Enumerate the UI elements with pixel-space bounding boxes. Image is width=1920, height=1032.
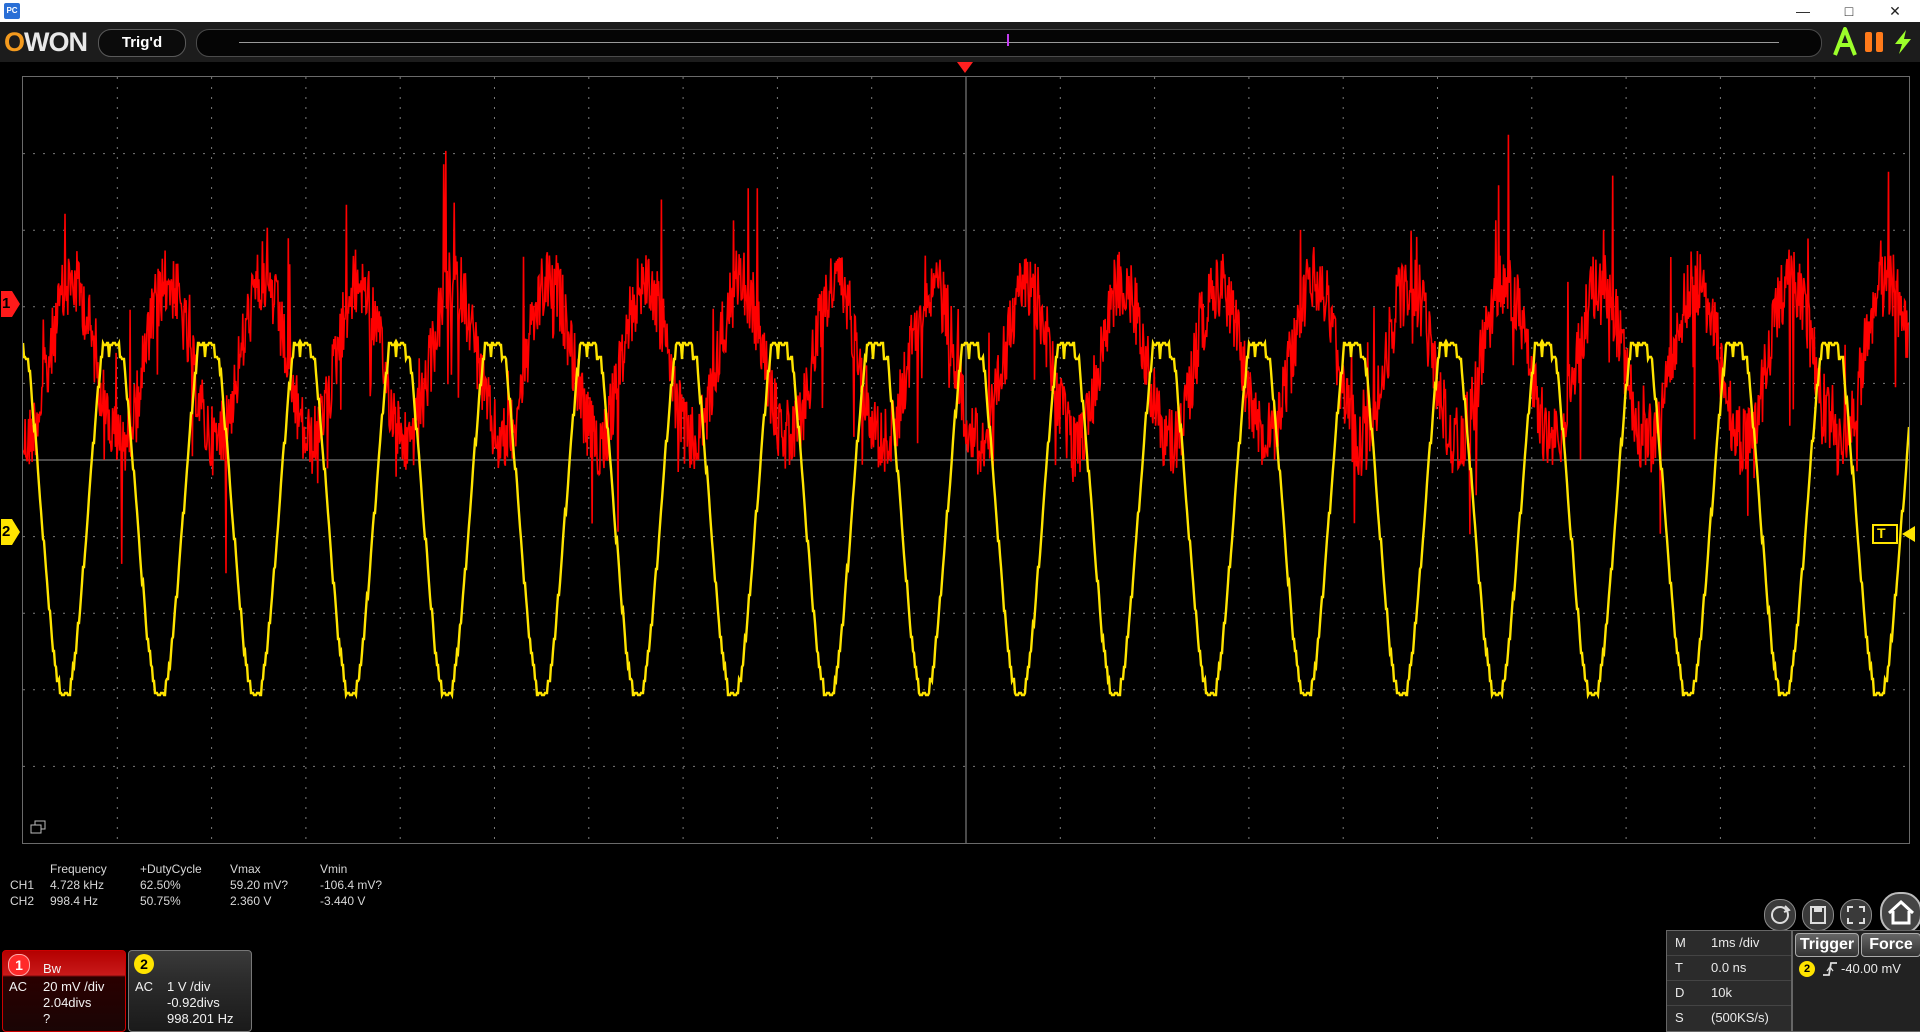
refresh-icon: [1771, 905, 1791, 924]
time-position-track: [239, 42, 1779, 43]
measure-value: 998.4 Hz: [50, 894, 99, 908]
measure-header-vmax: Vmax: [230, 862, 261, 876]
save-button[interactable]: [1802, 899, 1834, 931]
time-position-bar[interactable]: [196, 29, 1822, 57]
trigger-source-badge: 2: [1799, 961, 1815, 977]
timebase-row[interactable]: D 10k: [1667, 981, 1791, 1006]
measure-header-frequency: Frequency: [50, 862, 107, 876]
ch2-offset: -0.92divs: [167, 995, 220, 1010]
trigger-panel: Trigger Force 2 -40.00 mV: [1792, 930, 1920, 1032]
ch2-badge: 2: [134, 954, 154, 974]
fit-screen-icon: [1847, 906, 1865, 924]
ch1-bandwidth-limit: Bw: [43, 961, 62, 976]
refresh-button[interactable]: [1764, 899, 1796, 931]
measure-value: 2.360 V: [230, 894, 272, 908]
home-icon: [1887, 899, 1915, 925]
ch2-offset-marker[interactable]: 2: [0, 518, 22, 546]
owon-logo: OWON: [4, 27, 88, 57]
ch1-coupling: AC: [9, 979, 28, 994]
measure-row-label: CH2: [10, 894, 35, 908]
trigger-menu-button[interactable]: Trigger: [1795, 933, 1859, 957]
timebase-panel[interactable]: M 1ms /div T 0.0 ns D 10k S (500KS/s): [1666, 930, 1792, 1032]
measure-row-label: CH1: [10, 878, 35, 892]
force-trigger-button[interactable]: Force: [1861, 933, 1920, 957]
ch1-offset: 2.04divs: [43, 995, 92, 1010]
ch2-coupling: AC: [135, 979, 154, 994]
measure-value: 50.75%: [140, 894, 181, 908]
waveform-display[interactable]: [22, 76, 1910, 844]
fit-screen-button[interactable]: [1840, 899, 1872, 931]
ch1-offset-marker[interactable]: 1: [0, 290, 22, 318]
rising-edge-icon: [1823, 962, 1837, 976]
ch2-scale: 1 V /div: [167, 979, 211, 994]
waveform-plot: [23, 77, 1909, 843]
trigger-status-badge: Trig'd: [98, 29, 186, 57]
top-toolbar: OWON Trig'd: [0, 22, 1920, 62]
measure-header-dutycycle: +DutyCycle: [140, 862, 202, 876]
measure-value: -3.440 V: [320, 894, 366, 908]
quick-action-bar: [1764, 892, 1920, 934]
ch2-settings-panel[interactable]: 2 AC 1 V /div -0.92divs 998.201 Hz: [128, 950, 252, 1032]
minimize-button[interactable]: —: [1780, 0, 1826, 22]
measure-header-vmin: Vmin: [320, 862, 348, 876]
run-stop-icon[interactable]: [1862, 30, 1886, 54]
measure-value: 4.728 kHz: [50, 878, 105, 892]
measure-value: 59.20 mV?: [230, 878, 289, 892]
window-restore-icon[interactable]: [30, 820, 46, 834]
measure-value: -106.4 mV?: [320, 878, 383, 892]
auto-icon[interactable]: [1832, 27, 1858, 57]
grid: [23, 77, 1909, 843]
timebase-row[interactable]: T 0.0 ns: [1667, 956, 1791, 981]
app-icon: PC: [4, 3, 20, 19]
trigger-level-value: -40.00 mV: [1841, 961, 1901, 976]
ch1-frequency: ?: [43, 1011, 51, 1026]
trigger-position-marker[interactable]: [957, 62, 973, 74]
title-bar: PC — □ ✕: [0, 0, 1920, 23]
ch2-frequency: 998.201 Hz: [167, 1011, 234, 1026]
ch1-scale: 20 mV /div: [43, 979, 105, 994]
home-button[interactable]: [1880, 892, 1920, 934]
force-trigger-icon[interactable]: [1892, 29, 1914, 55]
close-button[interactable]: ✕: [1872, 0, 1918, 22]
timebase-row[interactable]: S (500KS/s): [1667, 1006, 1791, 1030]
timebase-row[interactable]: M 1ms /div: [1667, 931, 1791, 956]
time-position-indicator[interactable]: [1007, 34, 1009, 46]
trigger-level-marker[interactable]: T: [1872, 522, 1916, 546]
measure-value: 62.50%: [140, 878, 181, 892]
maximize-button[interactable]: □: [1826, 0, 1872, 22]
ch1-settings-panel[interactable]: 1 Bw AC 20 mV /div 2.04divs ?: [2, 950, 126, 1032]
ch1-badge: 1: [8, 954, 30, 976]
save-icon: [1810, 906, 1826, 924]
